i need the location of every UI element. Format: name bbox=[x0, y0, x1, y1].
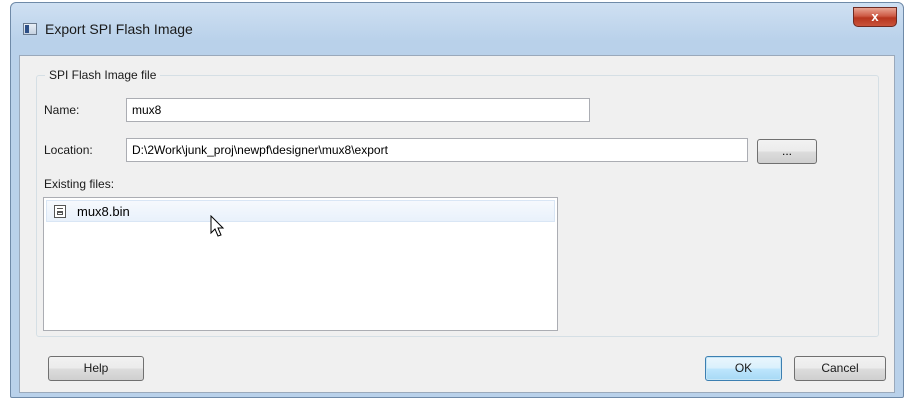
export-spi-flash-dialog: Export SPI Flash Image x SPI Flash Image… bbox=[10, 2, 904, 398]
cancel-button[interactable]: Cancel bbox=[794, 356, 886, 381]
existing-files-list[interactable]: mux8.bin bbox=[43, 197, 558, 331]
name-label: Name: bbox=[44, 103, 80, 117]
location-input[interactable] bbox=[126, 138, 748, 162]
browse-button[interactable]: ... bbox=[757, 139, 817, 164]
binary-file-icon bbox=[54, 205, 66, 218]
window-icon bbox=[23, 23, 37, 35]
group-title: SPI Flash Image file bbox=[45, 68, 161, 82]
close-button[interactable]: x bbox=[853, 7, 897, 27]
window-title: Export SPI Flash Image bbox=[45, 21, 193, 37]
name-input[interactable] bbox=[126, 98, 590, 122]
file-name: mux8.bin bbox=[77, 204, 130, 219]
help-button[interactable]: Help bbox=[48, 356, 144, 381]
title-bar[interactable]: Export SPI Flash Image x bbox=[11, 3, 903, 55]
existing-files-label: Existing files: bbox=[44, 177, 115, 191]
location-label: Location: bbox=[44, 143, 93, 157]
mouse-cursor-icon bbox=[210, 215, 225, 237]
list-item[interactable]: mux8.bin bbox=[46, 200, 555, 222]
ok-button[interactable]: OK bbox=[705, 356, 782, 381]
spi-flash-image-file-group: SPI Flash Image file Name: Location: ...… bbox=[36, 68, 879, 337]
dialog-body: SPI Flash Image file Name: Location: ...… bbox=[19, 55, 895, 393]
